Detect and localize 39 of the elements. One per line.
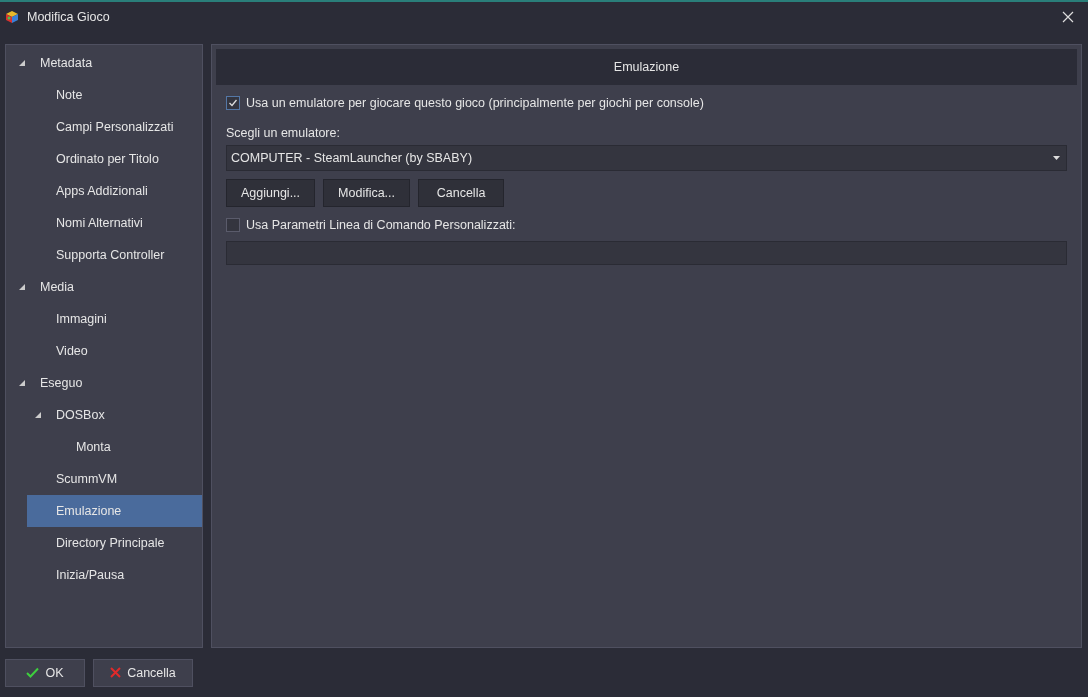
tree-item[interactable]: Supporta Controller — [27, 239, 202, 271]
app-icon — [5, 10, 19, 24]
tree-item[interactable]: Directory Principale — [27, 527, 202, 559]
field-label: Scegli un emulatore: — [226, 125, 341, 142]
tree-item[interactable]: Metadata — [11, 47, 202, 79]
emulator-button[interactable]: Aggiungi... — [226, 179, 316, 207]
tree-item[interactable]: Campi Personalizzati — [27, 111, 202, 143]
checkmark-icon — [26, 667, 40, 678]
tree-item[interactable]: Emulazione — [27, 495, 202, 527]
checkbox[interactable] — [226, 218, 240, 232]
expanded-arrow-icon[interactable] — [19, 60, 25, 66]
tree-item[interactable]: Inizia/Pausa — [27, 559, 202, 591]
tree-item[interactable]: Immagini — [27, 303, 202, 335]
emulator-dropdown[interactable]: COMPUTER - SteamLauncher (by SBABY) — [226, 145, 1067, 171]
cancel-button[interactable]: Cancella — [93, 658, 193, 687]
checkbox-label: Usa un emulatore per giocare questo gioco (principalmente per giochi per console) — [246, 96, 704, 110]
tree-item[interactable]: Ordinato per Titolo — [27, 143, 202, 175]
cross-icon — [110, 667, 122, 678]
emulator-button[interactable]: Modifica... — [323, 179, 411, 207]
expanded-arrow-icon[interactable] — [19, 380, 25, 386]
ok-button[interactable]: OK — [5, 658, 85, 687]
caret-icon — [1053, 156, 1060, 160]
expanded-arrow-icon[interactable] — [35, 412, 41, 418]
tree-item[interactable]: DOSBox — [27, 399, 202, 431]
close-icon[interactable] — [1062, 11, 1074, 23]
checkbox[interactable] — [226, 96, 240, 110]
tree-item[interactable]: ScummVM — [27, 463, 202, 495]
section-header: Emulazione — [216, 49, 1077, 85]
tree-item[interactable]: Media — [11, 271, 202, 303]
expanded-arrow-icon[interactable] — [19, 284, 25, 290]
emulator-button[interactable]: Cancella — [418, 179, 505, 207]
checkbox-label: Usa Parametri Linea di Comando Personalizzati: — [246, 218, 516, 232]
tree-item[interactable]: Apps Addizionali — [27, 175, 202, 207]
tree-item[interactable]: Eseguo — [11, 367, 202, 399]
window-title: Modifica Gioco — [27, 10, 111, 24]
tree-item[interactable]: Video — [27, 335, 202, 367]
tree-item[interactable]: Monta — [47, 431, 202, 463]
tree-item[interactable]: Note — [27, 79, 202, 111]
tree-item[interactable]: Nomi Alternativi — [27, 207, 202, 239]
